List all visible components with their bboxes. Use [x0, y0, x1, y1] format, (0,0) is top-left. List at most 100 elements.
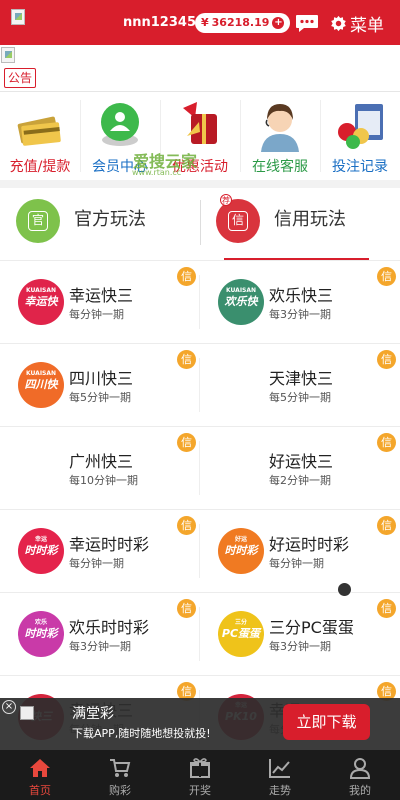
currency-symbol: ¥ — [201, 16, 209, 29]
credit-play-icon: 信 荐 — [216, 194, 260, 243]
download-title: 满堂彩 — [72, 706, 114, 722]
nav-label: 开奖 — [189, 784, 211, 797]
quick-nav-label: 在线客服 — [252, 159, 308, 175]
game-card[interactable]: 广州快三每10分钟一期 信 — [0, 427, 200, 509]
watermark-url: www.rtan.cc — [132, 168, 182, 177]
game-grid: KUAISAN 幸运快 幸运快三 每分钟一期信 KUAISAN 欢乐快 欢乐快三 每3分钟一期… — [0, 260, 400, 758]
game-name: 幸运时时彩 — [69, 535, 150, 554]
game-row: 欢乐 时时彩 欢乐时时彩 每3分钟一期 信三分 PC蛋蛋 三分PC蛋蛋 每3分钟一期 信 — [0, 592, 400, 675]
game-card[interactable]: 好运快三 每2分钟一期 信 — [200, 427, 400, 509]
nav-draw-results[interactable]: 开奖 — [160, 750, 240, 800]
nav-home[interactable]: 首页 — [0, 750, 80, 800]
quick-nav-label: 充值/提款 — [9, 159, 71, 175]
cell-divider — [199, 524, 200, 578]
banner-image[interactable] — [1, 47, 15, 63]
credit-badge-icon: 信 — [177, 267, 196, 286]
game-name: 广州快三 — [69, 452, 134, 471]
tab-label: 信用玩法 — [274, 209, 346, 230]
game-card[interactable]: KUAISAN 幸运快 幸运快三 每分钟一期 信 — [0, 261, 200, 343]
credit-badge-icon: 信 — [377, 350, 396, 369]
banner-area[interactable] — [0, 45, 400, 65]
profile-icon — [349, 758, 371, 779]
game-row: 广州快三每10分钟一期 信好运快三 每2分钟一期 信 — [0, 426, 400, 509]
section-separator — [0, 180, 400, 188]
balance-value: 36218.19 — [211, 16, 270, 29]
game-card[interactable]: KUAISAN 欢乐快 欢乐快三每3分钟一期 信 — [200, 261, 400, 343]
home-icon — [30, 759, 50, 777]
game-card[interactable]: KUAISAN 四川快 四川快三每5分钟一期 信 — [0, 344, 200, 426]
game-period: 每分钟一期 — [269, 557, 324, 570]
tab-credit-play[interactable]: 信 荐 信用玩法 — [200, 188, 390, 258]
cell-divider — [199, 607, 200, 661]
trend-chart-icon — [269, 759, 290, 778]
game-row: KUAISAN 幸运快 幸运快三 每分钟一期信 KUAISAN 欢乐快 欢乐快三 每3分钟一期… — [0, 260, 400, 343]
credit-badge-icon: 信 — [177, 350, 196, 369]
nav-label: 走势 — [269, 784, 291, 797]
nav-label: 我的 — [349, 784, 371, 797]
game-period: 每分钟一期 — [69, 557, 124, 570]
game-card[interactable]: 好运 时时彩 好运时时彩 每分钟一期 信 — [200, 510, 400, 592]
game-logo-icon: 三分 PC蛋蛋 — [218, 611, 264, 657]
game-logo-icon: KUAISAN 幸运快 — [18, 279, 64, 325]
credit-badge-icon: 信 — [177, 433, 196, 452]
gear-icon — [331, 15, 346, 32]
gift-icon — [183, 102, 217, 144]
chat-icon[interactable] — [295, 13, 319, 33]
nav-trends[interactable]: 走势 — [240, 750, 320, 800]
game-logo-icon: 欢乐 时时彩 — [18, 611, 64, 657]
cell-divider — [199, 358, 200, 412]
logo-image[interactable] — [11, 9, 25, 25]
nav-me[interactable]: 我的 — [320, 750, 400, 800]
credit-badge-icon: 信 — [177, 516, 196, 535]
credit-badge-icon: 信 — [377, 516, 396, 535]
nav-label: 首页 — [29, 784, 51, 797]
credit-badge-icon: 信 — [377, 267, 396, 286]
play-mode-tabs: 官 官方玩法 信 荐 信用玩法 — [0, 188, 400, 260]
game-logo-icon: KUAISAN 四川快 — [18, 362, 64, 408]
support-agent-icon — [261, 104, 299, 152]
credit-badge-icon: 信 — [177, 599, 196, 618]
game-card[interactable]: 天津快三 每5分钟一期 信 — [200, 344, 400, 426]
username-label[interactable]: nnn123456 — [123, 15, 205, 30]
tab-official-play[interactable]: 官 官方玩法 — [0, 188, 190, 258]
quick-nav-deposit-withdraw[interactable]: 充值/提款 — [0, 92, 80, 180]
quick-nav-bet-records[interactable]: 投注记录 — [320, 92, 400, 180]
game-card[interactable]: 三分 PC蛋蛋 三分PC蛋蛋 每3分钟一期 信 — [200, 593, 400, 675]
quick-nav-customer-service[interactable]: 在线客服 — [240, 92, 320, 180]
notice-badge[interactable]: 公告 — [4, 68, 37, 88]
menu-button[interactable]: 菜单 — [330, 11, 384, 36]
tab-label: 官方玩法 — [74, 209, 146, 230]
game-period: 每10分钟一期 — [69, 474, 138, 487]
game-name: 三分PC蛋蛋 — [269, 618, 354, 637]
game-name: 幸运快三 — [69, 286, 134, 305]
game-name: 四川快三 — [69, 369, 134, 388]
close-icon[interactable]: × — [2, 700, 16, 714]
download-button[interactable]: 立即下载 — [283, 704, 370, 740]
lottery-balls-icon — [338, 104, 383, 149]
nav-buy[interactable]: 购彩 — [80, 750, 160, 800]
game-name: 欢乐时时彩 — [69, 618, 150, 637]
recommend-pin: 荐 — [220, 194, 232, 206]
quick-nav-label: 投注记录 — [332, 159, 388, 175]
game-period: 每5分钟一期 — [69, 391, 131, 404]
balance-pill[interactable]: ¥ 36218.19 + — [195, 13, 291, 33]
game-period: 每3分钟一期 — [269, 308, 331, 321]
game-period: 每2分钟一期 — [269, 474, 331, 487]
game-row: 幸运 时时彩 幸运时时彩 每分钟一期 信好运 时时彩 好运时时彩 每分钟一期 信 — [0, 509, 400, 592]
game-card[interactable]: 幸运 时时彩 幸运时时彩 每分钟一期 信 — [0, 510, 200, 592]
game-card[interactable]: 欢乐 时时彩 欢乐时时彩 每3分钟一期 信 — [0, 593, 200, 675]
app-icon — [20, 706, 34, 720]
game-name: 欢乐快三 — [269, 286, 334, 305]
game-name: 天津快三 — [269, 369, 334, 388]
add-funds-icon[interactable]: + — [272, 17, 285, 29]
top-header: nnn123456 ¥ 36218.19 + 菜单 — [0, 0, 400, 45]
user-icon — [101, 103, 139, 146]
cards-icon — [17, 116, 61, 146]
float-close-icon[interactable] — [337, 582, 352, 597]
game-row: KUAISAN 四川快 四川快三 每5分钟一期 信天津快三 每5分钟一期 信 — [0, 343, 400, 426]
official-play-icon: 官 — [16, 199, 60, 243]
download-banner: × 满堂彩 下载APP,随时随地想投就投! 立即下载 — [0, 698, 400, 750]
gift-box-icon — [190, 758, 210, 778]
nav-label: 购彩 — [109, 784, 131, 797]
game-logo-icon: KUAISAN 欢乐快 — [218, 279, 264, 325]
